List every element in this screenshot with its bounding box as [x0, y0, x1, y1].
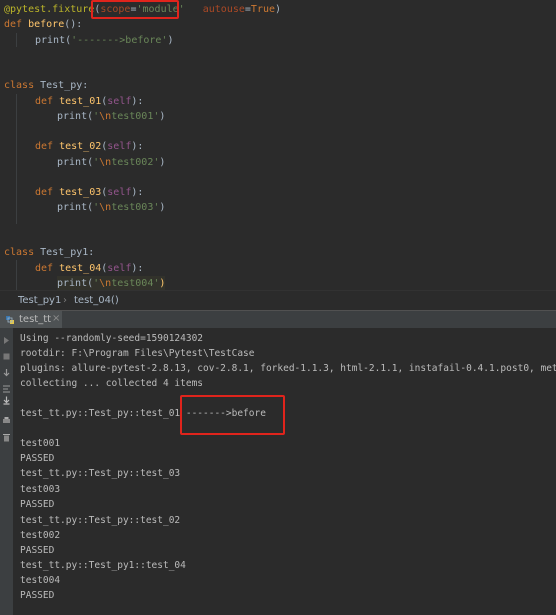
code-line-print-before: print('------->before') [35, 33, 173, 49]
def-keyword: def [35, 141, 60, 152]
console-line: test_tt.py::Test_py::test_03 [20, 468, 181, 479]
code-line-def-before: def before(): [4, 17, 82, 33]
code-line-print02: print('\ntest002') [57, 155, 165, 171]
print-close: ) [167, 35, 174, 46]
class-keyword: class [4, 80, 41, 91]
decorator-text: @pytest.fixture [4, 4, 95, 15]
function-name: test_02 [59, 141, 102, 152]
print-icon[interactable] [2, 416, 11, 425]
console-line: rootdir: F:\Program Files\Pytest\TestCas… [20, 348, 255, 359]
function-name: before [28, 19, 65, 30]
code-line-def-test01: def test_01(self): [35, 94, 143, 110]
def-keyword: def [35, 187, 60, 198]
paren-close: ): [131, 263, 144, 274]
before-output-highlight-box [180, 395, 285, 435]
class-keyword: class [4, 247, 41, 258]
tab-label: test_tt [19, 314, 52, 325]
close-icon[interactable]: × [52, 313, 60, 324]
autouse-value: True [250, 4, 276, 15]
code-editor[interactable]: @pytest.fixture(scope='module') autouse=… [0, 0, 556, 290]
code-line-print04: print('\ntest004') [57, 276, 166, 290]
print-close: ) [159, 157, 166, 168]
def-keyword: def [4, 19, 29, 30]
print-call: print( [57, 278, 94, 289]
self-param: self [107, 263, 132, 274]
paren-close: ) [275, 4, 282, 15]
console-line: test002 [20, 530, 61, 541]
paren-close: ): [131, 187, 144, 198]
console-line: PASSED [20, 590, 55, 601]
print-close: ) [159, 111, 166, 122]
escape-seq: \n [99, 157, 112, 168]
scope-highlight-box [91, 0, 179, 19]
escape-seq: \n [99, 111, 112, 122]
code-line-print01: print('\ntest001') [57, 109, 165, 125]
console-line: plugins: allure-pytest-2.8.13, cov-2.8.1… [20, 363, 556, 374]
indent-guide [16, 94, 17, 224]
self-param: self [107, 96, 132, 107]
breadcrumb-separator: › [63, 295, 67, 306]
soft-wrap-icon[interactable] [2, 384, 11, 393]
stop-icon[interactable] [2, 352, 11, 361]
print-string: test003' [111, 202, 160, 213]
print-call: print( [57, 111, 94, 122]
print-call: print( [35, 35, 72, 46]
code-line-def-test03: def test_03(self): [35, 185, 143, 201]
class-name: Test_py: [40, 80, 89, 91]
console-line: test_tt.py::Test_py::test_02 [20, 515, 181, 526]
function-name: test_03 [59, 187, 102, 198]
code-line-def-test02: def test_02(self): [35, 139, 143, 155]
code-line-def-test04: def test_04(self): [35, 261, 143, 277]
function-signature: (): [64, 19, 83, 30]
print-string: '------->before' [71, 35, 168, 46]
self-param: self [107, 141, 132, 152]
paren-close: ): [131, 141, 144, 152]
paren-close: ): [131, 96, 144, 107]
print-call: print( [57, 157, 94, 168]
console-line: collecting ... collected 4 items [20, 378, 204, 389]
console-line: PASSED [20, 453, 55, 464]
print-close: ) [159, 202, 166, 213]
print-string: test001' [111, 111, 160, 122]
console-output[interactable]: Using --randomly-seed=1590124302 rootdir… [13, 328, 556, 615]
print-string: test002' [111, 157, 160, 168]
escape-seq: \n [99, 202, 112, 213]
escape-seq: \n [99, 278, 112, 289]
code-line-class1: class Test_py: [4, 78, 88, 94]
print-close: ) [159, 278, 166, 289]
console-line: test001 [20, 438, 61, 449]
rerun-icon[interactable] [2, 336, 11, 345]
def-keyword: def [35, 263, 60, 274]
console-line: test003 [20, 484, 61, 495]
console-line: test004 [20, 575, 61, 586]
scroll-down-icon[interactable] [2, 368, 11, 377]
self-param: self [107, 187, 132, 198]
def-keyword: def [35, 96, 60, 107]
print-call: print( [57, 202, 94, 213]
print-string: test004' [111, 278, 160, 289]
trash-icon[interactable] [2, 433, 11, 442]
breadcrumb-class[interactable]: Test_py1 [18, 295, 61, 306]
python-run-icon [6, 316, 14, 324]
function-name: test_04 [59, 263, 102, 274]
tab-test-tt[interactable]: test_tt × [0, 311, 62, 329]
function-name: test_01 [59, 96, 102, 107]
breadcrumb: Test_py1 › test_04() [0, 290, 556, 311]
console-line: PASSED [20, 499, 55, 510]
console-line: test_tt.py::Test_py1::test_04 [20, 560, 186, 571]
code-line-class2: class Test_py1: [4, 245, 94, 261]
code-line-print03: print('\ntest003') [57, 200, 165, 216]
breadcrumb-method[interactable]: test_04() [74, 295, 119, 306]
class-name: Test_py1: [40, 247, 95, 258]
indent-guide [16, 33, 17, 47]
indent-guide [16, 260, 17, 290]
run-toolbar [0, 328, 13, 615]
autouse-param: autouse [202, 4, 245, 15]
scroll-to-end-icon[interactable] [2, 396, 11, 405]
console-line: PASSED [20, 545, 55, 556]
console-line: Using --randomly-seed=1590124302 [20, 333, 204, 344]
run-tab-bar: test_tt × [0, 310, 556, 330]
